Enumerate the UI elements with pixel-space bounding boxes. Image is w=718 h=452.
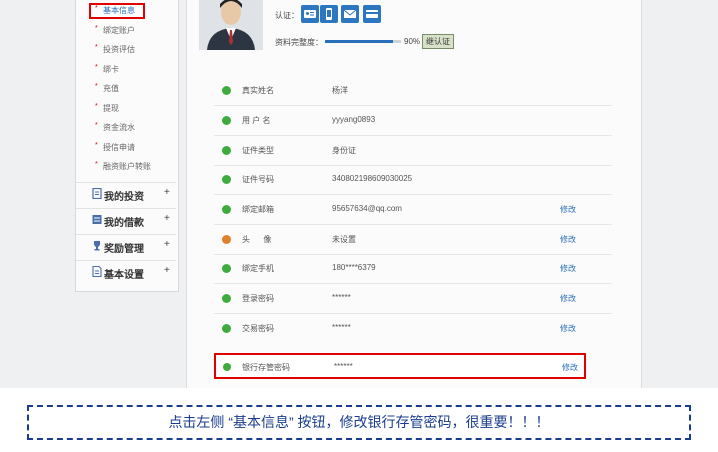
section-label: 基本设置 (104, 270, 144, 281)
info-row-phone: 绑定手机 180****6379 修改 (214, 254, 612, 284)
info-row-login-password: 登录密码 ****** 修改 (214, 284, 612, 314)
info-row-real-name: 真实姓名 杨洋 (214, 76, 612, 106)
row-label: 真实姓名 (242, 86, 274, 95)
bullet-icon: * (95, 44, 98, 51)
bullet-icon: * (95, 64, 98, 71)
modify-trade-password-link[interactable]: 修改 (560, 323, 576, 334)
expand-plus-icon[interactable]: + (164, 187, 170, 198)
bullet-icon: * (95, 25, 98, 32)
completeness-progress-bar (325, 40, 401, 43)
bullet-icon: * (95, 142, 98, 149)
info-row-email: 绑定邮箱 95657634@qq.com 修改 (214, 195, 612, 225)
avatar (199, 0, 263, 50)
sidebar-section-my-loan[interactable]: 我的借款 + (76, 208, 176, 233)
row-label: 用 户 名 (242, 116, 271, 125)
section-label: 奖励管理 (104, 244, 144, 255)
bullet-icon: * (95, 103, 98, 110)
modify-phone-link[interactable]: 修改 (560, 263, 576, 274)
cert-label: 认证： (275, 11, 299, 20)
modify-email-link[interactable]: 修改 (560, 204, 576, 215)
expand-plus-icon[interactable]: + (164, 265, 170, 276)
modify-bank-custody-password-link[interactable]: 修改 (562, 362, 578, 373)
info-row-username: 用 户 名 yyyang0893 (214, 106, 612, 136)
row-value: ****** (334, 362, 353, 371)
row-label: 证件号码 (242, 175, 274, 184)
instruction-notice: 点击左侧 “基本信息” 按钮，修改银行存管密码，很重要！！！ (27, 405, 691, 440)
row-label: 绑定邮箱 (242, 205, 274, 214)
check-icon (223, 363, 231, 371)
list-icon (92, 215, 102, 224)
phone-icon[interactable] (320, 5, 338, 23)
check-icon (222, 86, 231, 95)
row-value: ****** (332, 293, 351, 302)
progress-value: 90% (404, 37, 421, 46)
info-row-avatar: 头 像 未设置 修改 (214, 225, 612, 255)
info-row-trade-password: 交易密码 ****** 修改 (214, 314, 612, 343)
row-value: 340802198609030025 (332, 174, 413, 183)
info-row-bank-custody-password: 银行存管密码 ****** 修改 (214, 353, 586, 379)
warning-icon (222, 235, 231, 244)
check-icon (222, 146, 231, 155)
section-label: 我的借款 (104, 218, 144, 229)
row-label: 登录密码 (242, 294, 274, 303)
sidebar-section-rewards[interactable]: 奖励管理 + (76, 234, 176, 259)
row-value: 180****6379 (332, 263, 376, 272)
continue-certify-button[interactable]: 继认证 (422, 34, 454, 49)
row-label: 绑定手机 (242, 264, 274, 273)
check-icon (222, 205, 231, 214)
row-value: 杨洋 (332, 86, 348, 95)
row-label: 银行存管密码 (242, 363, 290, 372)
id-card-icon[interactable] (301, 5, 319, 23)
check-icon (222, 294, 231, 303)
row-value: yyyang0893 (332, 115, 376, 124)
expand-plus-icon[interactable]: + (164, 213, 170, 224)
trophy-icon (94, 241, 100, 251)
row-value: 95657634@qq.com (332, 204, 402, 213)
bullet-icon: * (95, 83, 98, 90)
modify-login-password-link[interactable]: 修改 (560, 293, 576, 304)
sidebar-section-basic-settings[interactable]: 基本设置 + (76, 260, 176, 285)
info-row-id-type: 证件类型 身份证 (214, 136, 612, 166)
sidebar-section-my-investment[interactable]: 我的投资 + (76, 182, 176, 207)
row-label: 头 像 (242, 235, 272, 244)
screenshot-area: * 基本信息 * 绑定账户 * 投资评估 * 绑卡 * 充值 * 提现 * 资金流水 * 授信申… (0, 0, 718, 388)
mail-icon[interactable] (341, 5, 359, 23)
check-icon (222, 175, 231, 184)
progress-label: 资料完整度： (275, 38, 323, 47)
check-icon (222, 264, 231, 273)
row-label: 证件类型 (242, 146, 274, 155)
row-label: 交易密码 (242, 324, 274, 333)
check-icon (222, 116, 231, 125)
document-icon (92, 188, 102, 199)
bullet-icon: * (95, 161, 98, 168)
expand-plus-icon[interactable]: + (164, 239, 170, 250)
bank-card-icon[interactable] (363, 5, 381, 23)
check-icon (222, 324, 231, 333)
settings-doc-icon (92, 266, 102, 277)
info-row-id-number: 证件号码 340802198609030025 (214, 165, 612, 195)
progress-fill (325, 40, 394, 43)
user-avatar-icon (199, 0, 263, 50)
row-value: 未设置 (332, 235, 356, 244)
bullet-icon: * (95, 5, 98, 12)
modify-avatar-link[interactable]: 修改 (560, 234, 576, 245)
row-value: ****** (332, 323, 351, 332)
section-label: 我的投资 (104, 192, 144, 203)
row-value: 身份证 (332, 146, 356, 155)
bullet-icon: * (95, 122, 98, 129)
